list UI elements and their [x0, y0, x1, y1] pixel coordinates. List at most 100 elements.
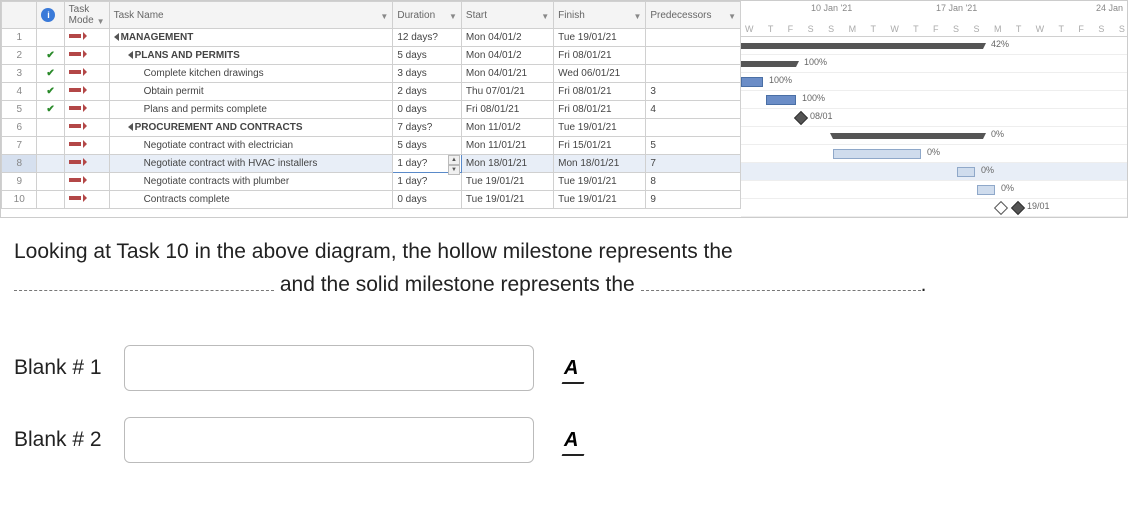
finish-header[interactable]: Finish▼ [554, 2, 646, 29]
task-mode-cell[interactable] [64, 119, 109, 137]
predecessor-cell[interactable] [646, 47, 741, 65]
table-row[interactable]: 8 Negotiate contract with HVAC installer… [2, 155, 741, 173]
start-header[interactable]: Start▼ [461, 2, 553, 29]
task-name-cell[interactable]: PROCUREMENT AND CONTRACTS [109, 119, 393, 137]
predecessor-cell[interactable]: 3 [646, 83, 741, 101]
predecessor-cell[interactable] [646, 29, 741, 47]
task-mode-cell[interactable] [64, 137, 109, 155]
task-name-cell[interactable]: Plans and permits complete [109, 101, 393, 119]
summary-bar[interactable] [741, 61, 796, 67]
table-row[interactable]: 1 MANAGEMENT 12 days? Mon 04/01/2 Tue 19… [2, 29, 741, 47]
duration-header[interactable]: Duration▼ [393, 2, 462, 29]
task-name-cell[interactable]: Negotiate contract with HVAC installers [109, 155, 393, 173]
finish-cell[interactable]: Fri 08/01/21 [554, 47, 646, 65]
duration-cell[interactable]: 2 days [393, 83, 462, 101]
task-bar[interactable] [741, 77, 763, 87]
start-cell[interactable]: Fri 08/01/21 [461, 101, 553, 119]
duration-cell[interactable]: 5 days [393, 137, 462, 155]
milestone-label: 08/01 [810, 111, 833, 121]
start-cell[interactable]: Mon 04/01/21 [461, 65, 553, 83]
start-cell[interactable]: Tue 19/01/21 [461, 191, 553, 209]
start-cell[interactable]: Tue 19/01/21 [461, 173, 553, 191]
table-row[interactable]: 2 ✔ PLANS AND PERMITS 5 days Mon 04/01/2… [2, 47, 741, 65]
finish-cell[interactable]: Fri 08/01/21 [554, 83, 646, 101]
blank-2-input[interactable] [124, 417, 534, 463]
task-name-cell[interactable]: MANAGEMENT [109, 29, 393, 47]
format-icon[interactable]: A [564, 357, 578, 380]
duration-cell[interactable]: 1 day? [393, 173, 462, 191]
row-number: 4 [2, 83, 37, 101]
task-bar[interactable] [957, 167, 975, 177]
predecessor-cell[interactable]: 4 [646, 101, 741, 119]
start-cell[interactable]: Mon 04/01/2 [461, 47, 553, 65]
table-row[interactable]: 4 ✔ Obtain permit 2 days Thu 07/01/21 Fr… [2, 83, 741, 101]
finish-cell[interactable]: Fri 15/01/21 [554, 137, 646, 155]
table-row[interactable]: 5 ✔ Plans and permits complete 0 days Fr… [2, 101, 741, 119]
table-row[interactable]: 9 Negotiate contracts with plumber 1 day… [2, 173, 741, 191]
finish-cell[interactable]: Tue 19/01/21 [554, 119, 646, 137]
finish-cell[interactable]: Wed 06/01/21 [554, 65, 646, 83]
duration-cell[interactable]: 7 days? [393, 119, 462, 137]
milestone-solid-icon[interactable] [1011, 201, 1025, 215]
task-name-cell[interactable]: Complete kitchen drawings [109, 65, 393, 83]
finish-cell[interactable]: Tue 19/01/21 [554, 29, 646, 47]
task-mode-cell[interactable] [64, 191, 109, 209]
duration-cell[interactable]: 5 days [393, 47, 462, 65]
table-row[interactable]: 3 ✔ Complete kitchen drawings 3 days Mon… [2, 65, 741, 83]
question-text: Looking at Task 10 in the above diagram,… [0, 218, 1128, 305]
task-mode-cell[interactable] [64, 173, 109, 191]
task-mode-cell[interactable] [64, 83, 109, 101]
duration-cell[interactable]: 1 day?▲▼ [393, 155, 462, 173]
finish-cell[interactable]: Mon 18/01/21 [554, 155, 646, 173]
task-name-cell[interactable]: Contracts complete [109, 191, 393, 209]
task-mode-cell[interactable] [64, 47, 109, 65]
table-row[interactable]: 7 Negotiate contract with electrician 5 … [2, 137, 741, 155]
start-cell[interactable]: Mon 18/01/21 [461, 155, 553, 173]
task-name-header[interactable]: Task Name▼ [109, 2, 393, 29]
predecessor-cell[interactable]: 7 [646, 155, 741, 173]
start-cell[interactable]: Mon 04/01/2 [461, 29, 553, 47]
duration-cell[interactable]: 0 days [393, 191, 462, 209]
start-cell[interactable]: Mon 11/01/21 [461, 137, 553, 155]
task-mode-cell[interactable] [64, 101, 109, 119]
predecessor-cell[interactable]: 8 [646, 173, 741, 191]
predecessor-cell[interactable] [646, 65, 741, 83]
table-row[interactable]: 6 PROCUREMENT AND CONTRACTS 7 days? Mon … [2, 119, 741, 137]
task-name-cell[interactable]: Negotiate contracts with plumber [109, 173, 393, 191]
finish-cell[interactable]: Fri 08/01/21 [554, 101, 646, 119]
predecessor-cell[interactable] [646, 119, 741, 137]
indicator-cell: ✔ [37, 83, 64, 101]
task-mode-cell[interactable] [64, 155, 109, 173]
finish-cell[interactable]: Tue 19/01/21 [554, 191, 646, 209]
task-mode-cell[interactable] [64, 29, 109, 47]
finish-cell[interactable]: Tue 19/01/21 [554, 173, 646, 191]
chevron-down-icon: ▼ [97, 17, 105, 26]
duration-cell[interactable]: 12 days? [393, 29, 462, 47]
task-mode-header[interactable]: Task Mode▼ [64, 2, 109, 29]
predecessor-cell[interactable]: 5 [646, 137, 741, 155]
task-name-cell[interactable]: Obtain permit [109, 83, 393, 101]
duration-cell[interactable]: 3 days [393, 65, 462, 83]
task-bar[interactable] [766, 95, 796, 105]
predecessor-cell[interactable]: 9 [646, 191, 741, 209]
info-header[interactable]: i [37, 2, 64, 29]
duration-cell[interactable]: 0 days [393, 101, 462, 119]
indicator-cell [37, 155, 64, 173]
summary-bar[interactable] [833, 133, 983, 139]
table-row[interactable]: 10 Contracts complete 0 days Tue 19/01/2… [2, 191, 741, 209]
task-mode-cell[interactable] [64, 65, 109, 83]
blank-1-input[interactable] [124, 345, 534, 391]
milestone-hollow-icon[interactable] [994, 201, 1008, 215]
start-cell[interactable]: Thu 07/01/21 [461, 83, 553, 101]
task-name-cell[interactable]: Negotiate contract with electrician [109, 137, 393, 155]
task-bar[interactable] [833, 149, 921, 159]
milestone-solid-icon[interactable] [794, 111, 808, 125]
task-bar[interactable] [977, 185, 995, 195]
predecessors-header[interactable]: Predecessors▼ [646, 2, 741, 29]
task-name-cell[interactable]: PLANS AND PERMITS [109, 47, 393, 65]
start-cell[interactable]: Mon 11/01/2 [461, 119, 553, 137]
format-icon[interactable]: A [564, 429, 578, 452]
summary-bar[interactable] [741, 43, 983, 49]
spinner-icon[interactable]: ▲▼ [448, 155, 460, 172]
row-number: 9 [2, 173, 37, 191]
